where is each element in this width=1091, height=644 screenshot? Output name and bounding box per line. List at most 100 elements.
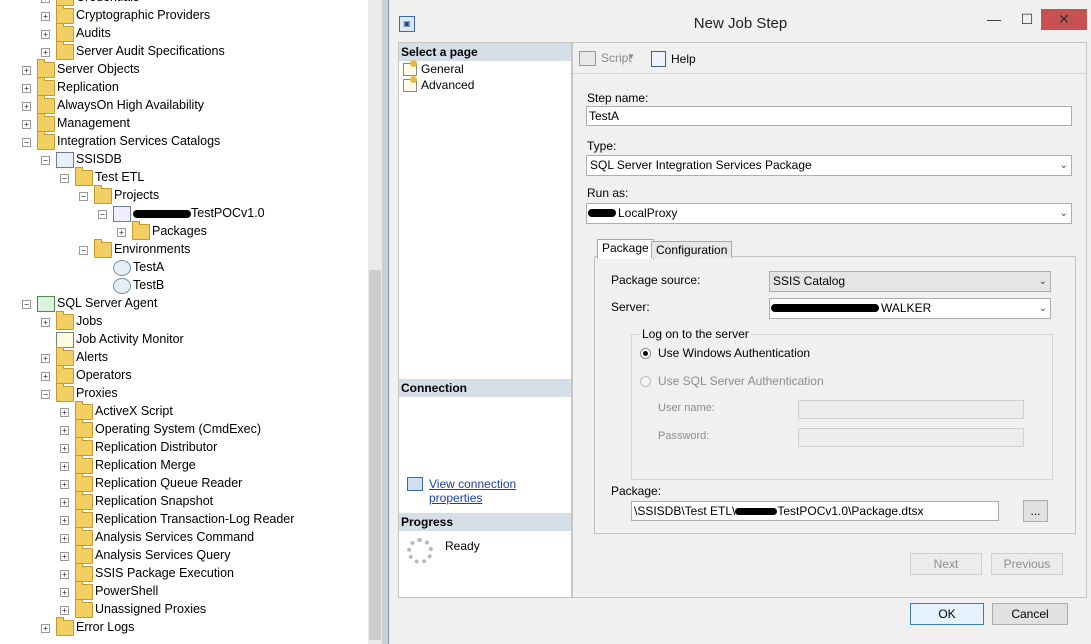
type-select[interactable]: SQL Server Integration Services Package … <box>586 155 1072 176</box>
tree-item[interactable]: − Test ETL <box>0 167 368 187</box>
package-path-input[interactable]: \SSISDB\Test ETL\ TestPOCv1.0\Package.dts… <box>631 501 999 521</box>
tree-item[interactable]: + Server Objects <box>0 59 368 79</box>
folder-icon <box>75 419 93 438</box>
package-source-select[interactable]: SSIS Catalog ⌄ <box>769 271 1051 292</box>
collapse-icon[interactable]: − <box>22 138 31 147</box>
tree-item[interactable]: + AlwaysOn High Availability <box>0 95 368 115</box>
collapse-icon[interactable]: − <box>22 300 31 309</box>
tree-item[interactable]: + Replication <box>0 77 368 97</box>
cancel-button[interactable]: Cancel <box>992 603 1068 625</box>
next-button[interactable]: Next <box>910 553 982 575</box>
chevron-down-icon: ⌄ <box>1038 276 1047 287</box>
expand-icon[interactable]: + <box>22 120 31 129</box>
expand-icon[interactable]: + <box>117 228 126 237</box>
tree-item[interactable]: + ActiveX Script <box>0 401 368 421</box>
windows-auth-label[interactable]: Use Windows Authentication <box>658 346 810 360</box>
script-button[interactable]: Script <box>601 51 632 65</box>
expand-icon[interactable]: + <box>41 624 50 633</box>
tree-item[interactable]: − Integration Services Catalogs <box>0 131 368 151</box>
collapse-icon[interactable]: − <box>79 246 88 255</box>
collapse-icon[interactable]: − <box>60 174 69 183</box>
expand-icon[interactable]: + <box>60 408 69 417</box>
close-button[interactable]: ✕ <box>1041 9 1087 30</box>
tree-item-label: Audits <box>76 26 111 40</box>
collapse-icon[interactable]: − <box>41 156 50 165</box>
tree-item[interactable]: + Analysis Services Query <box>0 545 368 565</box>
tree-item-label: Replication Snapshot <box>95 494 214 508</box>
tree-item[interactable]: + Replication Merge <box>0 455 368 475</box>
tree-scrollbar-thumb[interactable] <box>369 270 381 640</box>
tree-item[interactable]: + Replication Queue Reader <box>0 473 368 493</box>
expand-icon[interactable]: + <box>60 570 69 579</box>
expand-icon[interactable]: + <box>22 84 31 93</box>
tab-package[interactable]: Package <box>597 239 654 259</box>
tree-item[interactable]: TestB <box>0 277 368 295</box>
tree-item[interactable]: + PowerShell <box>0 581 368 601</box>
tree-item[interactable]: + Packages <box>0 221 368 241</box>
tree-item[interactable]: + Replication Transaction-Log Reader <box>0 509 368 529</box>
expand-icon[interactable]: + <box>22 102 31 111</box>
tree-item[interactable]: TestA <box>0 259 368 277</box>
password-input[interactable] <box>798 428 1024 447</box>
expand-icon[interactable]: + <box>41 354 50 363</box>
folder-icon <box>56 311 74 330</box>
tree-item[interactable]: − Projects <box>0 185 368 205</box>
view-connection-properties-link[interactable]: View connection properties <box>429 477 571 505</box>
expand-icon[interactable]: + <box>60 516 69 525</box>
tree-item-label: Error Logs <box>76 620 135 634</box>
tree-item[interactable]: − SSISDB <box>0 151 368 169</box>
expand-icon[interactable]: + <box>22 66 31 75</box>
tree-scrollbar[interactable] <box>368 0 382 644</box>
run-as-select[interactable]: LocalProxy ⌄ <box>586 203 1072 224</box>
expand-icon[interactable]: + <box>41 372 50 381</box>
collapse-icon[interactable]: − <box>41 390 50 399</box>
package-source-value: SSIS Catalog <box>773 274 846 288</box>
expand-icon[interactable]: + <box>60 426 69 435</box>
tree-item[interactable]: + Replication Distributor <box>0 437 368 457</box>
tree-item-label: Management <box>57 116 130 130</box>
tree-item[interactable]: + Error Logs <box>0 617 368 637</box>
script-dropdown-icon[interactable]: ▾ <box>629 51 634 62</box>
tree-item[interactable]: − Proxies <box>0 383 368 403</box>
tree-item[interactable]: − TestPOCv1.0 <box>0 205 368 223</box>
expand-icon[interactable]: + <box>41 30 50 39</box>
tree-item-label: Alerts <box>76 350 108 364</box>
page-general[interactable]: General <box>401 60 464 77</box>
step-name-input[interactable]: TestA <box>586 106 1072 126</box>
expand-icon[interactable]: + <box>60 552 69 561</box>
ok-button[interactable]: OK <box>910 603 984 625</box>
expand-icon[interactable]: + <box>60 588 69 597</box>
toolbar: Script ▾ Help <box>573 43 1086 74</box>
tree-item[interactable]: + Analysis Services Command <box>0 527 368 547</box>
browse-package-button[interactable]: ... <box>1023 500 1048 522</box>
tree-item[interactable]: + Replication Snapshot <box>0 491 368 511</box>
help-button[interactable]: Help <box>671 52 696 66</box>
tree-item[interactable]: + Management <box>0 113 368 133</box>
collapse-icon[interactable]: − <box>79 192 88 201</box>
expand-icon[interactable]: + <box>41 0 50 3</box>
expand-icon[interactable]: + <box>60 444 69 453</box>
expand-icon[interactable]: + <box>60 498 69 507</box>
expand-icon[interactable]: + <box>60 534 69 543</box>
expand-icon[interactable]: + <box>41 12 50 21</box>
expand-icon[interactable]: + <box>60 462 69 471</box>
expand-icon[interactable]: + <box>60 480 69 489</box>
collapse-icon[interactable]: − <box>98 210 107 219</box>
page-advanced[interactable]: Advanced <box>401 76 474 93</box>
user-name-input[interactable] <box>798 400 1024 419</box>
tab-configuration[interactable]: Configuration <box>651 241 733 258</box>
sql-auth-label[interactable]: Use SQL Server Authentication <box>658 374 824 388</box>
expand-icon[interactable]: + <box>41 318 50 327</box>
server-select[interactable]: WALKER ⌄ <box>769 298 1051 319</box>
tree-item[interactable]: + SSIS Package Execution <box>0 563 368 583</box>
tree-item[interactable]: + Server Audit Specifications <box>0 41 368 61</box>
windows-auth-radio[interactable] <box>640 348 651 359</box>
expand-icon[interactable]: + <box>60 606 69 615</box>
previous-button[interactable]: Previous <box>991 553 1063 575</box>
tree-item[interactable]: + Operating System (CmdExec) <box>0 419 368 439</box>
folder-icon <box>37 59 55 78</box>
tree-item[interactable]: + Jobs <box>0 311 368 331</box>
expand-icon[interactable]: + <box>41 48 50 57</box>
tree-item[interactable]: − Environments <box>0 239 368 259</box>
sql-auth-radio[interactable] <box>640 376 651 387</box>
